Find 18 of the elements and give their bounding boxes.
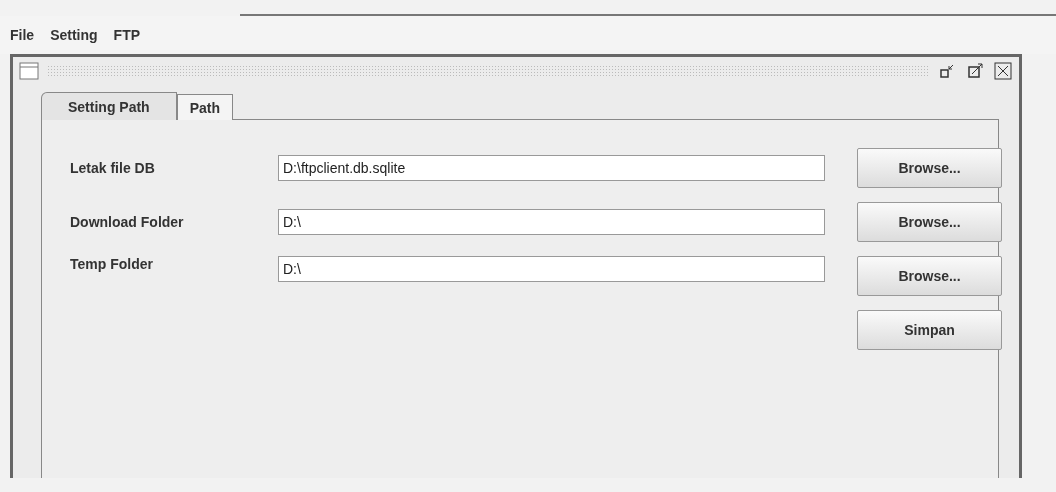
menu-item[interactable]: Setting: [50, 27, 98, 43]
tab[interactable]: Path: [176, 94, 233, 120]
close-button[interactable]: [993, 61, 1013, 81]
input-field[interactable]: D:\: [278, 256, 825, 282]
menu-item[interactable]: File: [10, 27, 35, 43]
browse-button[interactable]: Browse...: [857, 256, 1002, 296]
menu-item[interactable]: FTP: [113, 27, 141, 43]
tab[interactable]: Setting Path: [41, 92, 177, 120]
browse-button[interactable]: Browse...: [857, 148, 1002, 188]
input-field[interactable]: D:\ftpclient.db.sqlite: [278, 155, 825, 181]
save-button[interactable]: Simpan: [857, 310, 1002, 350]
window-icon: [19, 62, 39, 80]
field-label: Temp Folder: [70, 256, 154, 272]
maximize-button[interactable]: [965, 61, 985, 81]
field-label: Letak file DB: [70, 160, 156, 176]
browse-button[interactable]: Browse...: [857, 202, 1002, 242]
input-field[interactable]: D:\: [278, 209, 825, 235]
field-label: Download Folder: [70, 214, 185, 230]
